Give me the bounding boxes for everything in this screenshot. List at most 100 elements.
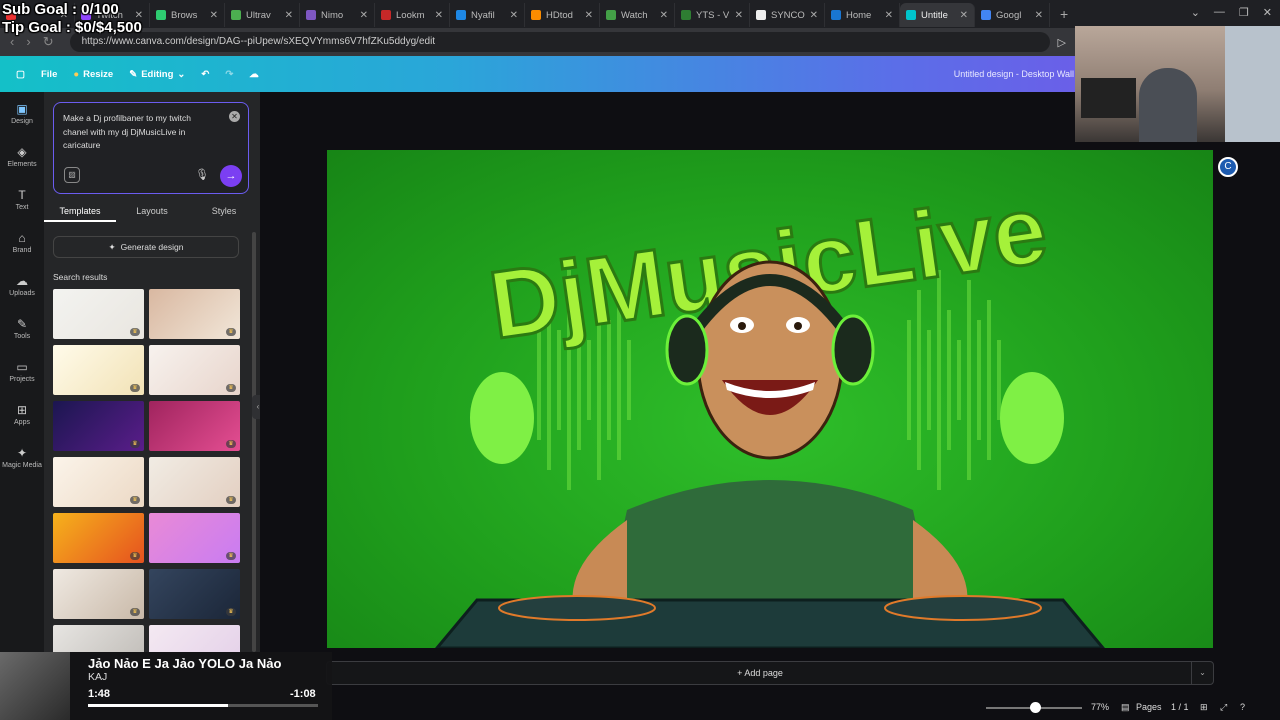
rail-label: Magic Media bbox=[2, 462, 42, 469]
browser-tab[interactable]: Googl ✕ bbox=[975, 3, 1050, 27]
editing-menu[interactable]: ✎ Editing ⌄ bbox=[129, 69, 185, 80]
share-icon[interactable]: ▷ bbox=[1058, 36, 1066, 49]
template-thumbnail[interactable]: ♛ bbox=[149, 569, 240, 619]
panel-scrollbar[interactable] bbox=[252, 232, 256, 652]
browser-tab[interactable]: Untitle ✕ bbox=[900, 3, 975, 27]
side-panel: Make a Dj profilbaner to my twitch chane… bbox=[44, 92, 260, 652]
help-icon[interactable]: ? bbox=[1240, 702, 1245, 712]
template-thumbnail[interactable]: ♛ bbox=[149, 289, 240, 339]
browser-tab[interactable]: HDtod ✕ bbox=[525, 3, 600, 27]
minimize-icon[interactable]: — bbox=[1214, 6, 1225, 19]
template-thumbnail[interactable]: ♛ bbox=[53, 625, 144, 652]
fullscreen-icon[interactable]: ⤢ bbox=[1220, 702, 1227, 713]
rail-icon: ✦ bbox=[16, 446, 28, 460]
tab-close-icon[interactable]: ✕ bbox=[960, 10, 968, 21]
url-field[interactable]: https://www.canva.com/design/DAG--piUpew… bbox=[69, 32, 1050, 52]
template-thumbnail[interactable]: ♛ bbox=[149, 625, 240, 652]
search-results-heading: Search results bbox=[53, 272, 108, 282]
file-menu[interactable]: File bbox=[41, 69, 57, 80]
grid-view-icon[interactable]: ⊞ bbox=[1200, 702, 1208, 713]
rail-label: Projects bbox=[9, 376, 35, 383]
microphone-icon[interactable]: 🎙 bbox=[195, 168, 209, 181]
magic-design-prompt[interactable]: Make a Dj profilbaner to my twitch chane… bbox=[53, 102, 249, 194]
undo-icon[interactable]: ↶ bbox=[201, 69, 209, 80]
rail-item-apps[interactable]: ⊞ Apps bbox=[0, 393, 44, 436]
rail-item-design[interactable]: ▣ Design bbox=[0, 92, 44, 135]
tab-close-icon[interactable]: ✕ bbox=[660, 10, 668, 21]
browser-tab[interactable]: SYNCO ✕ bbox=[750, 3, 825, 27]
rail-item-elements[interactable]: ◈ Elements bbox=[0, 135, 44, 178]
pages-button[interactable]: Pages bbox=[1136, 702, 1162, 712]
browser-tab[interactable]: Brows ✕ bbox=[150, 3, 225, 27]
prompt-text[interactable]: Make a Dj profilbaner to my twitch chane… bbox=[63, 112, 213, 153]
tab-close-icon[interactable]: ✕ bbox=[360, 10, 368, 21]
crown-icon: ♛ bbox=[226, 608, 236, 616]
tab-close-icon[interactable]: ✕ bbox=[885, 10, 893, 21]
tab-close-icon[interactable]: ✕ bbox=[210, 10, 218, 21]
template-thumbnail[interactable]: ♛ bbox=[53, 345, 144, 395]
zoom-level[interactable]: 77% bbox=[1091, 702, 1109, 712]
tab-close-icon[interactable]: ✕ bbox=[735, 10, 743, 21]
template-thumbnail[interactable]: ♛ bbox=[53, 513, 144, 563]
tab-close-icon[interactable]: ✕ bbox=[810, 10, 818, 21]
maximize-icon[interactable]: ❐ bbox=[1239, 6, 1249, 19]
resize-button[interactable]: ● Resize bbox=[73, 69, 113, 80]
rail-item-uploads[interactable]: ☁ Uploads bbox=[0, 264, 44, 307]
rail-item-text[interactable]: T Text bbox=[0, 178, 44, 221]
tab-close-icon[interactable]: ✕ bbox=[1035, 10, 1043, 21]
pages-icon[interactable]: ▤ bbox=[1121, 702, 1130, 713]
cloud-sync-icon[interactable]: ☁ bbox=[249, 69, 259, 80]
template-thumbnail[interactable]: ♛ bbox=[53, 457, 144, 507]
tab-close-icon[interactable]: ✕ bbox=[510, 10, 518, 21]
close-window-icon[interactable]: ✕ bbox=[1263, 6, 1272, 19]
send-arrow-icon[interactable]: → bbox=[220, 165, 242, 187]
rail-item-brand[interactable]: ⌂ Brand bbox=[0, 221, 44, 264]
browser-tab[interactable]: Nimo ✕ bbox=[300, 3, 375, 27]
browser-tab[interactable]: Nyafil ✕ bbox=[450, 3, 525, 27]
rail-item-tools[interactable]: ✎ Tools bbox=[0, 307, 44, 350]
speaker-left bbox=[470, 372, 534, 464]
template-thumbnail[interactable]: ♛ bbox=[53, 569, 144, 619]
tab-title: Ultrav bbox=[246, 9, 271, 21]
sidebar-toggle-icon[interactable]: ▢ bbox=[16, 69, 25, 80]
template-thumbnail[interactable]: ♛ bbox=[53, 289, 144, 339]
clear-prompt-icon[interactable]: ✕ bbox=[229, 111, 240, 122]
webcam-window bbox=[1225, 26, 1280, 142]
tab-templates[interactable]: Templates bbox=[44, 202, 116, 222]
template-thumbnail[interactable]: ♛ bbox=[149, 401, 240, 451]
browser-tab[interactable]: Home ✕ bbox=[825, 3, 900, 27]
tab-styles[interactable]: Styles bbox=[188, 202, 260, 222]
template-thumbnail[interactable]: ♛ bbox=[149, 513, 240, 563]
add-page-button[interactable]: + Add page bbox=[327, 662, 1193, 684]
redo-icon[interactable]: ↷ bbox=[225, 69, 233, 80]
image-upload-icon[interactable]: ▨ bbox=[64, 167, 80, 183]
browser-tab[interactable]: YTS - V ✕ bbox=[675, 3, 750, 27]
new-tab-icon[interactable]: + bbox=[1060, 6, 1068, 22]
pencil-icon: ✎ bbox=[129, 68, 138, 80]
template-thumbnail[interactable]: ♛ bbox=[53, 401, 144, 451]
design-canvas[interactable]: DjMusicLive bbox=[327, 150, 1213, 648]
tab-list-icon[interactable]: ⌄ bbox=[1191, 6, 1200, 19]
browser-tab[interactable]: Lookm ✕ bbox=[375, 3, 450, 27]
canva-assistant-icon[interactable]: C bbox=[1218, 157, 1238, 177]
editing-label: Editing bbox=[141, 68, 174, 80]
song-progress-track bbox=[88, 704, 318, 707]
rail-item-projects[interactable]: ▭ Projects bbox=[0, 350, 44, 393]
tab-close-icon[interactable]: ✕ bbox=[285, 10, 293, 21]
template-thumbnail[interactable]: ♛ bbox=[149, 457, 240, 507]
tab-close-icon[interactable]: ✕ bbox=[435, 10, 443, 21]
tab-layouts[interactable]: Layouts bbox=[116, 202, 188, 222]
tab-close-icon[interactable]: ✕ bbox=[585, 10, 593, 21]
chevron-down-icon[interactable]: ⌄ bbox=[1191, 662, 1213, 684]
sparkle-icon: ✦ bbox=[108, 241, 116, 252]
browser-tab[interactable]: Ultrav ✕ bbox=[225, 3, 300, 27]
browser-tab[interactable]: Watch ✕ bbox=[600, 3, 675, 27]
soundwave-right bbox=[907, 270, 1001, 490]
zoom-slider-handle[interactable] bbox=[1030, 702, 1041, 713]
generate-design-button[interactable]: ✦ Generate design bbox=[53, 236, 239, 258]
rail-icon: ▭ bbox=[16, 360, 28, 374]
rail-item-magic-media[interactable]: ✦ Magic Media bbox=[0, 436, 44, 479]
tab-favicon-icon bbox=[906, 10, 916, 20]
design-title[interactable]: Untitled design - Desktop Wall bbox=[954, 69, 1074, 79]
template-thumbnail[interactable]: ♛ bbox=[149, 345, 240, 395]
